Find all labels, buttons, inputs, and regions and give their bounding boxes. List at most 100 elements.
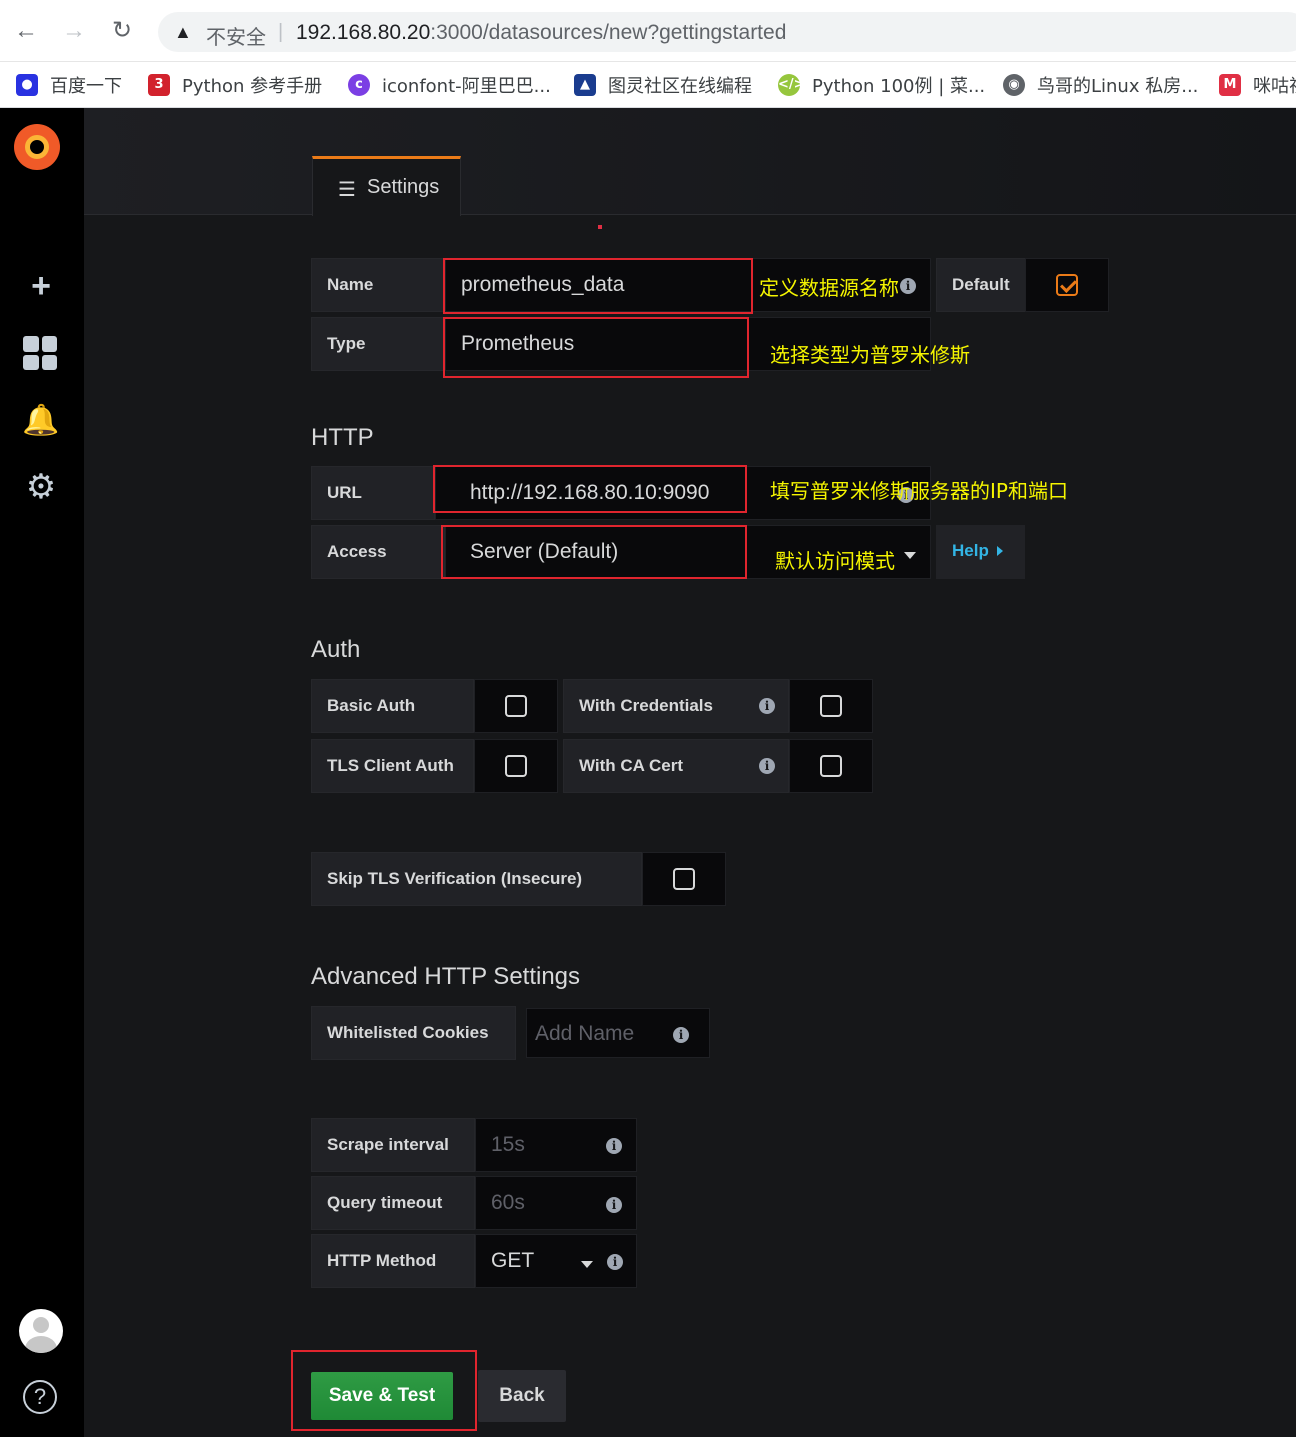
with-credentials-checkbox-cell[interactable] xyxy=(789,679,873,733)
annotation-box-save xyxy=(291,1350,477,1431)
skip-tls-label: Skip TLS Verification (Insecure) xyxy=(311,852,642,906)
skip-tls-checkbox-cell[interactable] xyxy=(642,852,726,906)
bookmark-iconfont[interactable]: c iconfont-阿里巴巴... xyxy=(348,70,551,100)
iconfont-icon: c xyxy=(348,74,370,96)
bookmark-runoob[interactable]: </> Python 100例 | 菜... xyxy=(778,70,985,100)
bookmark-linux[interactable]: ◉ 鸟哥的Linux 私房... xyxy=(1003,70,1198,100)
basic-auth-checkbox-cell[interactable] xyxy=(474,679,558,733)
red-dot-mark xyxy=(598,225,602,229)
name-label: Name xyxy=(311,258,445,312)
bookmark-baidu[interactable]: ● 百度一下 xyxy=(16,70,122,100)
annotation-box-access xyxy=(441,525,747,579)
http-section-title: HTTP xyxy=(311,424,374,451)
access-label: Access xyxy=(311,525,445,579)
turing-icon: ▲ xyxy=(574,74,596,96)
configuration-gear-icon[interactable]: ⚙ xyxy=(22,468,60,506)
url-label: URL xyxy=(311,466,435,520)
url-host: 192.168.80.20 xyxy=(296,21,431,44)
browser-address-bar: ← → ↻ ▲ 不安全 | 192.168.80.20:3000/datasou… xyxy=(0,0,1296,62)
type-label: Type xyxy=(311,317,445,371)
basic-auth-checkbox[interactable] xyxy=(505,695,527,717)
with-ca-cert-label: With CA Cert xyxy=(563,739,789,793)
globe-icon: ◉ xyxy=(1003,74,1025,96)
bookmark-label: 图灵社区在线编程 xyxy=(608,76,752,97)
query-timeout-label: Query timeout xyxy=(311,1176,475,1230)
bookmark-label: Python 100例 | 菜... xyxy=(812,76,986,97)
help-button-label: Help xyxy=(952,541,989,560)
user-avatar-icon[interactable] xyxy=(19,1309,63,1353)
tab-settings[interactable]: ☰ Settings xyxy=(312,156,461,216)
bookmark-label: 咪咕视 xyxy=(1253,76,1296,97)
python-ref-icon: 3 xyxy=(148,74,170,96)
url-separator: | xyxy=(278,21,284,43)
default-label: Default xyxy=(936,258,1028,312)
dashboards-icon[interactable] xyxy=(23,336,57,370)
back-arrow-icon[interactable]: ← xyxy=(12,17,40,45)
tls-client-auth-checkbox[interactable] xyxy=(505,755,527,777)
reload-icon[interactable]: ↻ xyxy=(108,17,136,45)
grafana-logo-icon[interactable] xyxy=(14,124,60,170)
query-timeout-info-icon[interactable]: i xyxy=(606,1197,622,1213)
tab-settings-label: Settings xyxy=(367,176,440,198)
bookmark-turing[interactable]: ▲ 图灵社区在线编程 xyxy=(574,70,752,100)
annotation-access-note: 默认访问模式 xyxy=(775,549,895,573)
annotation-box-name xyxy=(443,258,753,314)
bookmark-label: 百度一下 xyxy=(50,76,122,97)
help-button[interactable]: Help xyxy=(936,525,1025,579)
bookmark-label: 鸟哥的Linux 私房... xyxy=(1037,76,1199,97)
caret-right-icon xyxy=(996,546,1003,556)
whitelisted-cookies-placeholder: Add Name xyxy=(535,1022,635,1045)
tls-client-auth-checkbox-cell[interactable] xyxy=(474,739,558,793)
name-info-icon[interactable]: i xyxy=(900,278,916,294)
with-ca-cert-checkbox-cell[interactable] xyxy=(789,739,873,793)
bookmark-migu[interactable]: M 咪咕视 xyxy=(1219,70,1296,100)
side-menu: + 🔔 ⚙ ? xyxy=(0,108,84,1437)
annotation-name-note: 定义数据源名称 xyxy=(759,276,899,300)
create-plus-icon[interactable]: + xyxy=(22,267,60,305)
skip-tls-checkbox[interactable] xyxy=(673,868,695,890)
scrape-interval-placeholder: 15s xyxy=(491,1133,525,1156)
access-caret-icon xyxy=(904,547,916,565)
runoob-icon: </> xyxy=(778,74,805,96)
with-credentials-checkbox[interactable] xyxy=(820,695,842,717)
url-field[interactable]: ▲ 不安全 | 192.168.80.20:3000/datasources/n… xyxy=(158,12,1296,52)
annotation-box-url xyxy=(433,465,747,513)
bookmark-label: iconfont-阿里巴巴... xyxy=(382,76,551,97)
with-credentials-info-icon[interactable]: i xyxy=(759,698,775,714)
scrape-interval-label: Scrape interval xyxy=(311,1118,475,1172)
tls-client-auth-label: TLS Client Auth xyxy=(311,739,474,793)
annotation-box-type xyxy=(443,317,749,378)
with-ca-cert-checkbox[interactable] xyxy=(820,755,842,777)
migu-icon: M xyxy=(1219,74,1241,96)
bookmark-label: Python 参考手册 xyxy=(182,76,323,97)
warning-icon: ▲ xyxy=(174,22,192,42)
baidu-icon: ● xyxy=(16,74,38,96)
bookmark-python-ref[interactable]: 3 Python 参考手册 xyxy=(148,70,322,100)
with-ca-cert-info-icon[interactable]: i xyxy=(759,758,775,774)
url-path: :3000/datasources/new?gettingstarted xyxy=(430,21,787,44)
whitelisted-cookies-info-icon[interactable]: i xyxy=(673,1027,689,1043)
scrape-interval-info-icon[interactable]: i xyxy=(606,1138,622,1154)
query-timeout-placeholder: 60s xyxy=(491,1191,525,1214)
whitelisted-cookies-label: Whitelisted Cookies xyxy=(311,1006,516,1060)
forward-arrow-icon[interactable]: → xyxy=(60,17,88,45)
default-checkbox-cell[interactable] xyxy=(1025,258,1109,312)
advanced-section-title: Advanced HTTP Settings xyxy=(311,963,581,990)
bookmarks-bar: ● 百度一下 3 Python 参考手册 c iconfont-阿里巴巴... … xyxy=(0,62,1296,108)
annotation-url-note: 填写普罗米修斯服务器的IP和端口 xyxy=(770,479,1068,503)
url-text: 192.168.80.20:3000/datasources/new?getti… xyxy=(296,21,786,45)
insecure-label: 不安全 xyxy=(206,27,266,49)
back-button[interactable]: Back xyxy=(478,1370,566,1422)
default-checkbox[interactable] xyxy=(1056,274,1078,296)
http-method-info-icon[interactable]: i xyxy=(607,1254,623,1270)
http-method-label: HTTP Method xyxy=(311,1234,475,1288)
with-credentials-label: With Credentials xyxy=(563,679,789,733)
sliders-icon: ☰ xyxy=(338,179,356,201)
http-method-caret-icon xyxy=(581,1256,593,1274)
basic-auth-label: Basic Auth xyxy=(311,679,474,733)
alerting-bell-icon[interactable]: 🔔 xyxy=(22,402,60,440)
help-question-icon[interactable]: ? xyxy=(23,1380,57,1414)
auth-section-title: Auth xyxy=(311,636,361,663)
page-header xyxy=(84,108,1296,215)
annotation-type-note: 选择类型为普罗米修斯 xyxy=(770,343,970,367)
